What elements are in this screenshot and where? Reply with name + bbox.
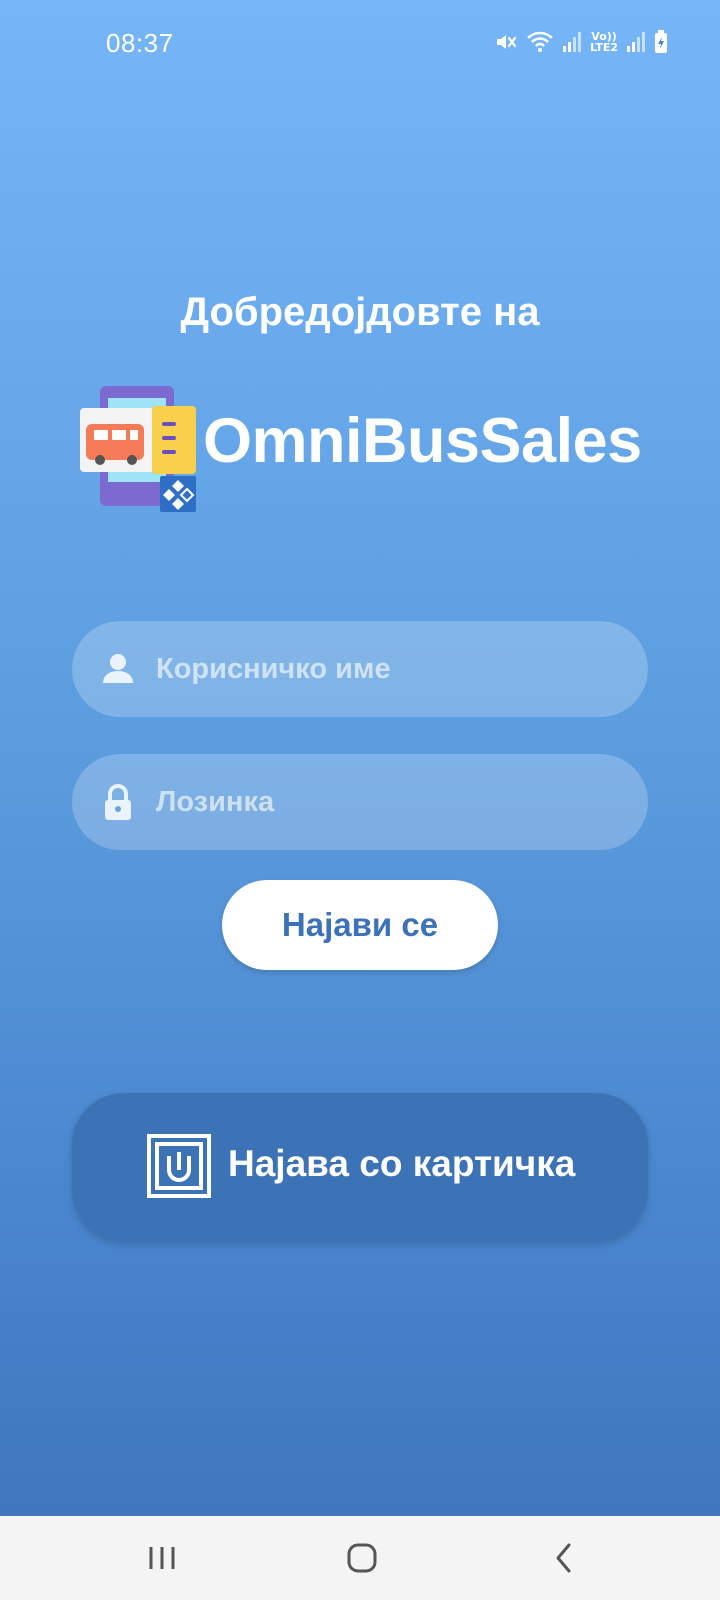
username-input[interactable]	[156, 621, 626, 717]
password-field[interactable]	[72, 754, 648, 850]
status-time: 08:37	[106, 28, 174, 58]
back-icon	[556, 1543, 571, 1573]
recent-apps-icon	[149, 1547, 175, 1569]
home-button[interactable]	[322, 1532, 402, 1584]
card-login-label: Најава со картичка	[228, 1143, 576, 1184]
volte-lte2-icon: Vo)) LTE2	[590, 30, 618, 54]
nfc-card-icon	[147, 1134, 211, 1198]
status-bar: 08:37 Vo)) LTE2	[0, 0, 720, 88]
username-field[interactable]	[72, 621, 648, 717]
mute-icon	[497, 35, 517, 49]
omnibus-logo-icon	[80, 386, 196, 512]
recent-apps-button[interactable]	[122, 1532, 202, 1584]
brand-name: OmniBusSales	[203, 406, 642, 476]
signal-icon	[563, 32, 582, 52]
lock-icon	[105, 784, 131, 820]
welcome-heading: Добредојдовте на	[180, 290, 540, 334]
login-button[interactable]: Најави се	[222, 880, 498, 970]
battery-charging-icon	[655, 30, 667, 53]
user-icon	[103, 654, 133, 683]
navigation-bar	[0, 1516, 720, 1600]
signal-icon	[627, 32, 645, 52]
card-login-button[interactable]: Најава со картичка	[72, 1093, 648, 1241]
back-button[interactable]	[524, 1532, 604, 1584]
home-icon	[347, 1543, 377, 1573]
password-input[interactable]	[156, 754, 626, 850]
status-icons: Vo)) LTE2	[494, 30, 668, 54]
wifi-icon	[527, 31, 554, 52]
